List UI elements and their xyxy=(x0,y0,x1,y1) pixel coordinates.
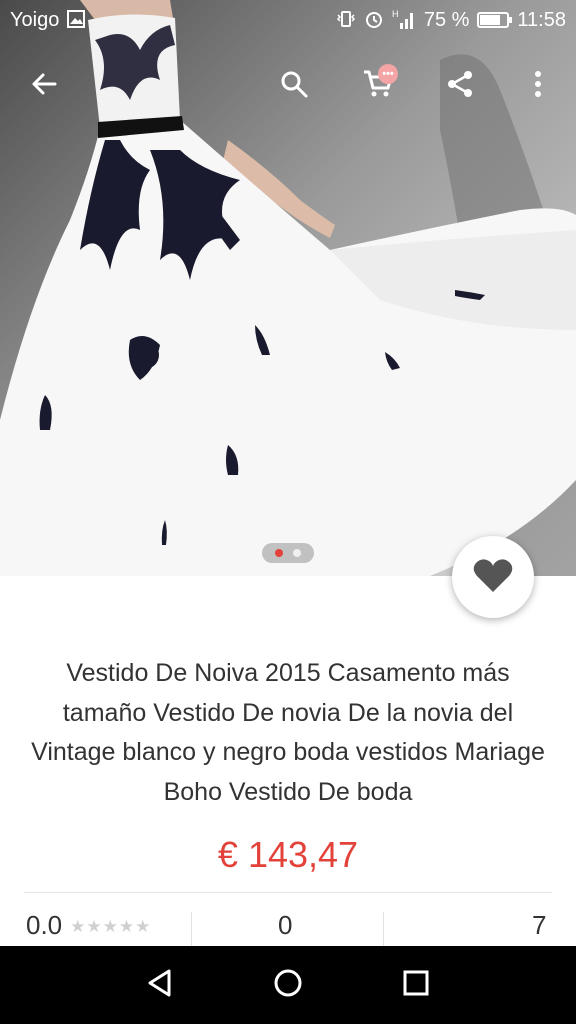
search-icon xyxy=(279,69,309,99)
favorite-button[interactable] xyxy=(452,536,534,618)
pager-dot[interactable] xyxy=(293,549,301,557)
home-circle-icon xyxy=(273,968,303,1003)
nav-recents-button[interactable] xyxy=(388,960,444,1010)
system-nav-bar xyxy=(0,946,576,1024)
nav-home-button[interactable] xyxy=(260,960,316,1010)
battery-icon xyxy=(477,12,513,28)
heart-icon xyxy=(473,557,513,598)
svg-text:H: H xyxy=(392,9,399,19)
rating-stars: ★★★★★ xyxy=(70,917,152,937)
carrier-name: Yoigo xyxy=(10,8,60,31)
back-triangle-icon xyxy=(145,968,175,1003)
share-icon xyxy=(445,69,475,99)
vibrate-icon xyxy=(336,9,356,32)
photo-notification-icon xyxy=(67,9,86,31)
product-price: € 143,47 xyxy=(217,834,359,875)
app-toolbar: ••• xyxy=(0,52,576,116)
more-vert-icon xyxy=(533,69,543,99)
search-button[interactable] xyxy=(270,60,318,108)
orders-count[interactable]: 0 xyxy=(278,910,292,941)
cart-button[interactable]: ••• xyxy=(354,60,402,108)
cart-badge: ••• xyxy=(378,64,398,84)
back-button[interactable] xyxy=(20,60,68,108)
product-stats: 0.0 ★★★★★ 0 7 xyxy=(0,910,576,950)
gallery-pager xyxy=(262,543,314,563)
stat-separator xyxy=(191,912,192,948)
rating-value: 0.0 xyxy=(26,910,63,940)
alarm-icon xyxy=(364,9,384,32)
wishlist-count[interactable]: 7 xyxy=(532,910,546,941)
nav-back-button[interactable] xyxy=(132,960,188,1010)
signal-icon: H xyxy=(392,9,416,32)
battery-percent: 75 % xyxy=(423,8,470,31)
pager-dot-active[interactable] xyxy=(275,549,283,557)
more-options-button[interactable] xyxy=(514,60,562,108)
rating-stat[interactable]: 0.0 ★★★★★ xyxy=(26,910,151,941)
back-arrow-icon xyxy=(29,69,59,99)
stat-separator xyxy=(383,912,384,948)
recents-square-icon xyxy=(401,968,431,1003)
status-bar: Yoigo H 75 % 11:58 xyxy=(0,0,576,40)
product-title: Vestido De Noiva 2015 Casamento más tama… xyxy=(31,659,545,806)
share-button[interactable] xyxy=(436,60,484,108)
divider xyxy=(24,892,552,893)
clock: 11:58 xyxy=(517,8,566,31)
